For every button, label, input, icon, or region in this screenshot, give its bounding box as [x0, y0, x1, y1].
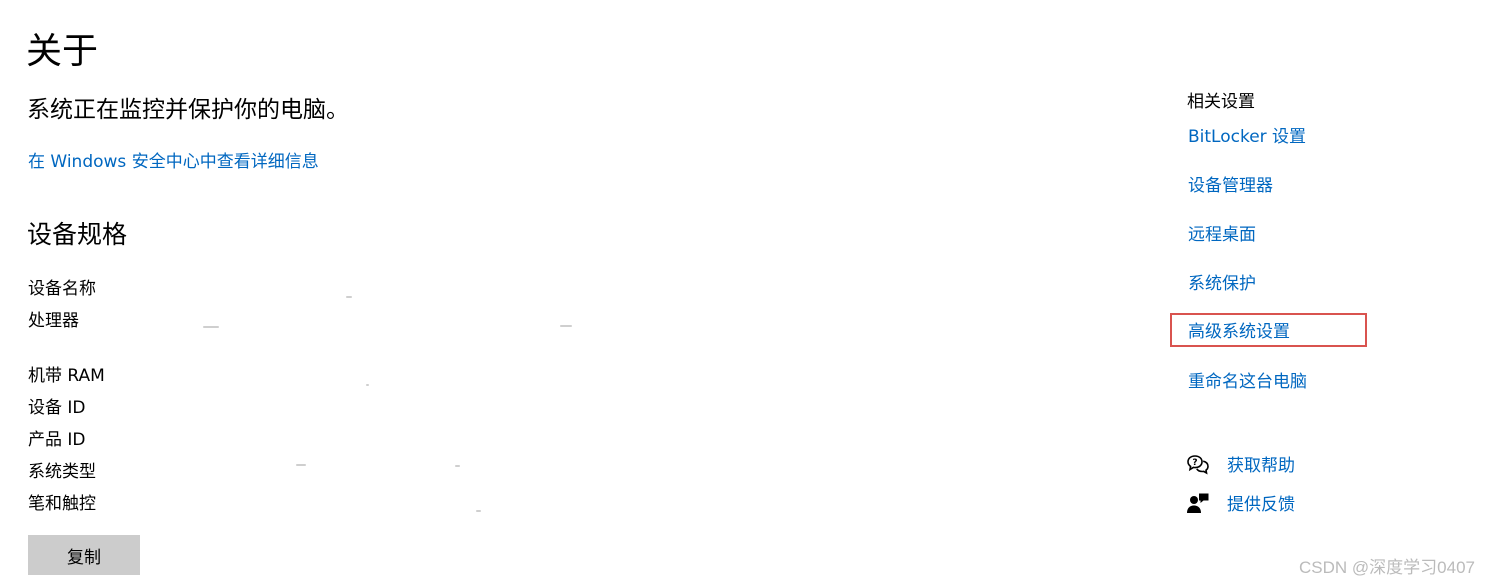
windows-security-details-link[interactable]: 在 Windows 安全中心中查看详细信息: [28, 150, 319, 174]
rename-pc-link[interactable]: 重命名这台电脑: [1188, 370, 1307, 394]
advanced-system-settings-link[interactable]: 高级系统设置: [1188, 320, 1290, 344]
erased-value-remnant: [346, 296, 352, 298]
erased-value-remnant: [455, 465, 460, 467]
processor-label: 处理器: [28, 311, 79, 331]
related-settings-heading: 相关设置: [1187, 92, 1255, 112]
device-name-label: 设备名称: [28, 279, 96, 299]
system-protection-link[interactable]: 系统保护: [1188, 272, 1256, 296]
feedback-icon[interactable]: [1186, 492, 1210, 516]
svg-text:?: ?: [1192, 458, 1197, 468]
get-help-icon[interactable]: ?: [1186, 453, 1210, 477]
protection-status-text: 系统正在监控并保护你的电脑。: [27, 97, 349, 123]
system-type-label: 系统类型: [28, 462, 96, 482]
erased-value-remnant: [476, 510, 481, 512]
page-title: 关于: [26, 31, 99, 72]
remote-desktop-link[interactable]: 远程桌面: [1188, 223, 1256, 247]
get-help-link[interactable]: 获取帮助: [1227, 454, 1295, 478]
installed-ram-label: 机带 RAM: [28, 366, 105, 386]
product-id-label: 产品 ID: [28, 430, 86, 450]
device-id-label: 设备 ID: [28, 398, 86, 418]
device-specs-title: 设备规格: [27, 220, 128, 249]
erased-value-remnant: [203, 326, 219, 328]
erased-value-remnant: [296, 464, 306, 466]
pen-touch-label: 笔和触控: [28, 494, 96, 514]
erased-value-remnant: [560, 325, 572, 327]
copy-button[interactable]: 复制: [28, 535, 140, 575]
feedback-link[interactable]: 提供反馈: [1227, 493, 1295, 517]
erased-value-remnant: [366, 384, 369, 386]
device-manager-link[interactable]: 设备管理器: [1188, 174, 1273, 198]
bitlocker-settings-link[interactable]: BitLocker 设置: [1188, 125, 1306, 149]
watermark: CSDN @深度学习0407: [1299, 558, 1475, 577]
